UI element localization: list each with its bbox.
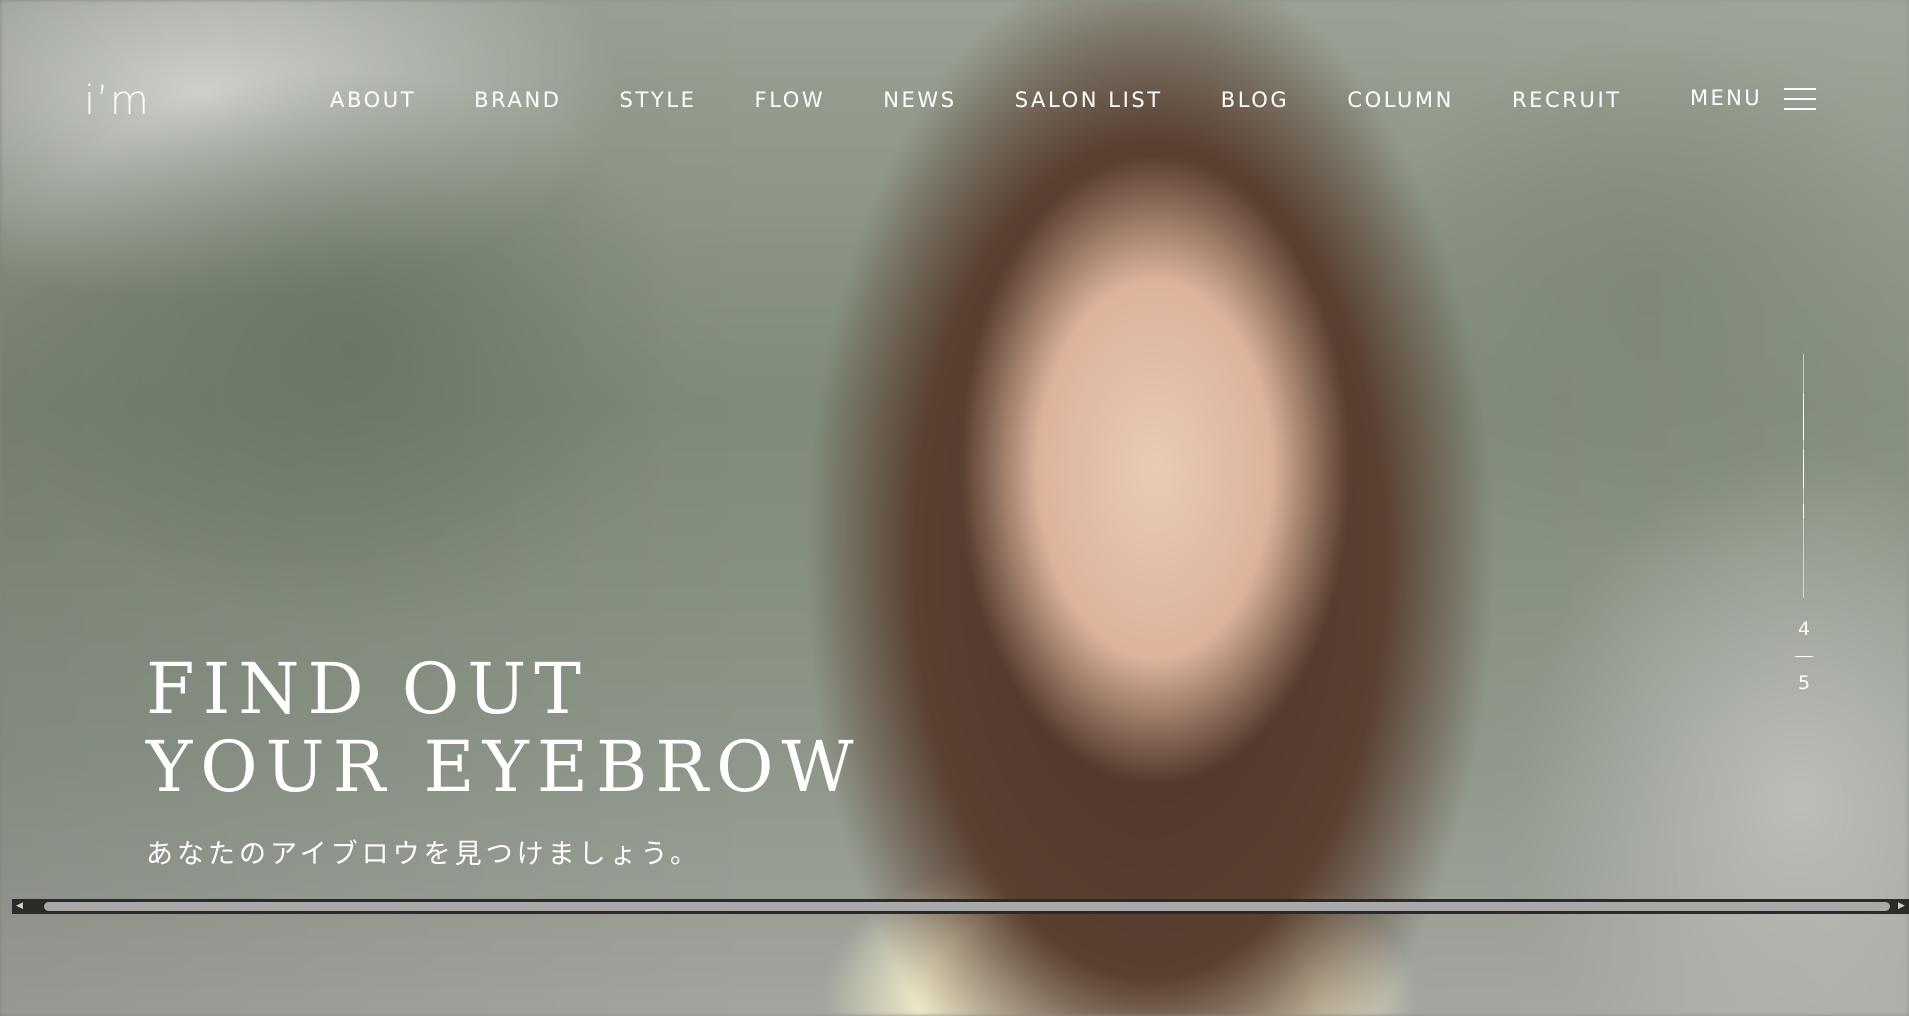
menu-button[interactable]: MENU bbox=[1690, 86, 1817, 110]
hero-subtitle: あなたのアイブロウを見つけましょう。 bbox=[146, 839, 702, 870]
hero-title-line-1: FIND OUT bbox=[146, 648, 589, 730]
nav-item-recruit[interactable]: RECRUIT bbox=[1512, 88, 1622, 112]
scrollbar-thumb[interactable] bbox=[44, 902, 1890, 911]
scroll-left-arrow-icon[interactable]: ◀ bbox=[12, 899, 27, 914]
slide-indicator-tick bbox=[1803, 450, 1804, 488]
site-logo[interactable]: i’m bbox=[84, 78, 150, 124]
nav-item-style[interactable]: STYLE bbox=[620, 88, 697, 112]
horizontal-scrollbar[interactable]: ◀ ▶ bbox=[12, 899, 1909, 914]
slide-indicator-tick bbox=[1803, 394, 1804, 440]
slide-total-number: 5 bbox=[1797, 672, 1811, 694]
hamburger-icon bbox=[1784, 87, 1817, 110]
scroll-right-arrow-icon[interactable]: ▶ bbox=[1894, 899, 1909, 914]
global-nav: ABOUT BRAND STYLE FLOW NEWS SALON LIST B… bbox=[330, 88, 1680, 112]
slide-indicator: 4 5 bbox=[1793, 354, 1813, 704]
nav-item-about[interactable]: ABOUT bbox=[330, 88, 416, 112]
slide-current-number: 4 bbox=[1797, 618, 1811, 640]
hero-title: FIND OUT YOUR EYEBROW bbox=[146, 650, 861, 806]
nav-item-news[interactable]: NEWS bbox=[883, 88, 956, 112]
nav-item-salon-list[interactable]: SALON LIST bbox=[1015, 88, 1163, 112]
page: i’m ABOUT BRAND STYLE FLOW NEWS SALON LI… bbox=[0, 0, 1909, 1016]
slide-indicator-tick bbox=[1803, 504, 1804, 518]
hero-title-line-2: YOUR EYEBROW bbox=[146, 726, 862, 808]
nav-item-column[interactable]: COLUMN bbox=[1347, 88, 1454, 112]
nav-item-blog[interactable]: BLOG bbox=[1221, 88, 1290, 112]
nav-item-flow[interactable]: FLOW bbox=[755, 88, 826, 112]
nav-item-brand[interactable]: BRAND bbox=[474, 88, 561, 112]
slide-number-divider bbox=[1795, 656, 1813, 657]
menu-label: MENU bbox=[1690, 86, 1763, 110]
